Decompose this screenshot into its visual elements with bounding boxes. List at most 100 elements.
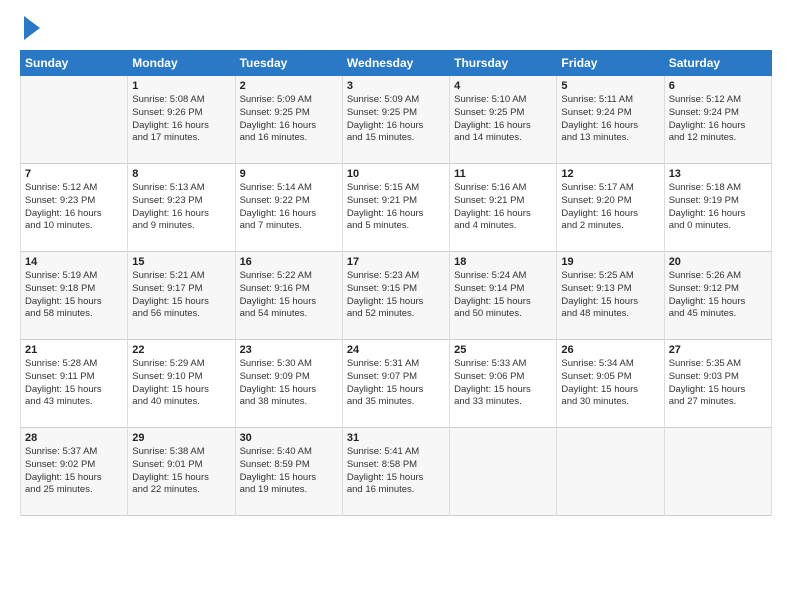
header-cell-thursday: Thursday <box>450 51 557 76</box>
header-cell-tuesday: Tuesday <box>235 51 342 76</box>
header-cell-wednesday: Wednesday <box>342 51 449 76</box>
calendar-cell: 23 Sunrise: 5:30 AM Sunset: 9:09 PM Dayli… <box>235 340 342 428</box>
week-row-5: 28 Sunrise: 5:37 AM Sunset: 9:02 PM Dayli… <box>21 428 772 516</box>
header <box>20 18 772 40</box>
day-number: 18 <box>454 256 552 268</box>
day-number: 22 <box>132 344 230 356</box>
day-number: 23 <box>240 344 338 356</box>
calendar-cell: 26 Sunrise: 5:34 AM Sunset: 9:05 PM Dayli… <box>557 340 664 428</box>
day-number: 28 <box>25 432 123 444</box>
week-row-2: 7 Sunrise: 5:12 AM Sunset: 9:23 PM Daylig… <box>21 164 772 252</box>
calendar-cell: 5 Sunrise: 5:11 AM Sunset: 9:24 PM Daylig… <box>557 76 664 164</box>
calendar-cell: 4Sunrise: 5:10 AM Sunset: 9:25 PM Daylig… <box>450 76 557 164</box>
calendar-cell: 14 Sunrise: 5:19 AM Sunset: 9:18 PM Dayli… <box>21 252 128 340</box>
header-cell-monday: Monday <box>128 51 235 76</box>
day-info: Sunrise: 5:37 AM Sunset: 9:02 PM Dayligh… <box>25 446 123 497</box>
calendar-cell: 10 Sunrise: 5:15 AM Sunset: 9:21 PM Dayli… <box>342 164 449 252</box>
day-number: 27 <box>669 344 767 356</box>
day-info: Sunrise: 5:15 AM Sunset: 9:21 PM Dayligh… <box>347 182 445 233</box>
calendar-cell: 20 Sunrise: 5:26 AM Sunset: 9:12 PM Dayli… <box>664 252 771 340</box>
day-number: 14 <box>25 256 123 268</box>
day-number: 26 <box>561 344 659 356</box>
header-cell-sunday: Sunday <box>21 51 128 76</box>
calendar-cell: 25Sunrise: 5:33 AM Sunset: 9:06 PM Dayli… <box>450 340 557 428</box>
day-number: 17 <box>347 256 445 268</box>
day-info: Sunrise: 5:12 AM Sunset: 9:23 PM Dayligh… <box>25 182 123 233</box>
day-info: Sunrise: 5:41 AM Sunset: 8:58 PM Dayligh… <box>347 446 445 497</box>
logo-arrow-icon <box>24 16 40 40</box>
calendar-table: SundayMondayTuesdayWednesdayThursdayFrid… <box>20 50 772 516</box>
day-info: Sunrise: 5:23 AM Sunset: 9:15 PM Dayligh… <box>347 270 445 321</box>
header-cell-saturday: Saturday <box>664 51 771 76</box>
day-info: Sunrise: 5:18 AM Sunset: 9:19 PM Dayligh… <box>669 182 767 233</box>
day-number: 29 <box>132 432 230 444</box>
day-info: Sunrise: 5:40 AM Sunset: 8:59 PM Dayligh… <box>240 446 338 497</box>
calendar-cell: 16 Sunrise: 5:22 AM Sunset: 9:16 PM Dayli… <box>235 252 342 340</box>
calendar-cell: 12Sunrise: 5:17 AM Sunset: 9:20 PM Dayli… <box>557 164 664 252</box>
day-number: 31 <box>347 432 445 444</box>
day-info: Sunrise: 5:28 AM Sunset: 9:11 PM Dayligh… <box>25 358 123 409</box>
day-number: 13 <box>669 168 767 180</box>
calendar-cell: 30 Sunrise: 5:40 AM Sunset: 8:59 PM Dayli… <box>235 428 342 516</box>
day-info: Sunrise: 5:17 AM Sunset: 9:20 PM Dayligh… <box>561 182 659 233</box>
day-info: Sunrise: 5:14 AM Sunset: 9:22 PM Dayligh… <box>240 182 338 233</box>
calendar-cell: 21 Sunrise: 5:28 AM Sunset: 9:11 PM Dayli… <box>21 340 128 428</box>
day-number: 1 <box>132 80 230 92</box>
calendar-cell: 18Sunrise: 5:24 AM Sunset: 9:14 PM Dayli… <box>450 252 557 340</box>
page: SundayMondayTuesdayWednesdayThursdayFrid… <box>0 0 792 526</box>
day-info: Sunrise: 5:26 AM Sunset: 9:12 PM Dayligh… <box>669 270 767 321</box>
day-number: 5 <box>561 80 659 92</box>
calendar-cell: 2Sunrise: 5:09 AM Sunset: 9:25 PM Daylig… <box>235 76 342 164</box>
calendar-cell: 27 Sunrise: 5:35 AM Sunset: 9:03 PM Dayli… <box>664 340 771 428</box>
week-row-4: 21 Sunrise: 5:28 AM Sunset: 9:11 PM Dayli… <box>21 340 772 428</box>
day-info: Sunrise: 5:38 AM Sunset: 9:01 PM Dayligh… <box>132 446 230 497</box>
day-info: Sunrise: 5:35 AM Sunset: 9:03 PM Dayligh… <box>669 358 767 409</box>
calendar-cell: 19Sunrise: 5:25 AM Sunset: 9:13 PM Dayli… <box>557 252 664 340</box>
day-number: 21 <box>25 344 123 356</box>
day-info: Sunrise: 5:19 AM Sunset: 9:18 PM Dayligh… <box>25 270 123 321</box>
day-number: 9 <box>240 168 338 180</box>
day-number: 30 <box>240 432 338 444</box>
day-number: 20 <box>669 256 767 268</box>
day-info: Sunrise: 5:31 AM Sunset: 9:07 PM Dayligh… <box>347 358 445 409</box>
day-info: Sunrise: 5:30 AM Sunset: 9:09 PM Dayligh… <box>240 358 338 409</box>
day-info: Sunrise: 5:08 AM Sunset: 9:26 PM Dayligh… <box>132 94 230 145</box>
day-number: 16 <box>240 256 338 268</box>
calendar-cell: 15Sunrise: 5:21 AM Sunset: 9:17 PM Dayli… <box>128 252 235 340</box>
day-info: Sunrise: 5:34 AM Sunset: 9:05 PM Dayligh… <box>561 358 659 409</box>
calendar-cell <box>557 428 664 516</box>
calendar-cell: 9 Sunrise: 5:14 AM Sunset: 9:22 PM Daylig… <box>235 164 342 252</box>
calendar-cell <box>450 428 557 516</box>
calendar-cell: 3Sunrise: 5:09 AM Sunset: 9:25 PM Daylig… <box>342 76 449 164</box>
day-info: Sunrise: 5:12 AM Sunset: 9:24 PM Dayligh… <box>669 94 767 145</box>
week-row-3: 14 Sunrise: 5:19 AM Sunset: 9:18 PM Dayli… <box>21 252 772 340</box>
calendar-cell: 24 Sunrise: 5:31 AM Sunset: 9:07 PM Dayli… <box>342 340 449 428</box>
header-cell-friday: Friday <box>557 51 664 76</box>
day-info: Sunrise: 5:33 AM Sunset: 9:06 PM Dayligh… <box>454 358 552 409</box>
calendar-cell <box>21 76 128 164</box>
day-number: 10 <box>347 168 445 180</box>
calendar-cell: 13 Sunrise: 5:18 AM Sunset: 9:19 PM Dayli… <box>664 164 771 252</box>
calendar-cell: 17 Sunrise: 5:23 AM Sunset: 9:15 PM Dayli… <box>342 252 449 340</box>
calendar-cell <box>664 428 771 516</box>
week-row-1: 1 Sunrise: 5:08 AM Sunset: 9:26 PM Daylig… <box>21 76 772 164</box>
day-info: Sunrise: 5:16 AM Sunset: 9:21 PM Dayligh… <box>454 182 552 233</box>
day-info: Sunrise: 5:29 AM Sunset: 9:10 PM Dayligh… <box>132 358 230 409</box>
day-number: 6 <box>669 80 767 92</box>
day-number: 2 <box>240 80 338 92</box>
day-info: Sunrise: 5:21 AM Sunset: 9:17 PM Dayligh… <box>132 270 230 321</box>
calendar-cell: 31 Sunrise: 5:41 AM Sunset: 8:58 PM Dayli… <box>342 428 449 516</box>
day-info: Sunrise: 5:22 AM Sunset: 9:16 PM Dayligh… <box>240 270 338 321</box>
day-info: Sunrise: 5:13 AM Sunset: 9:23 PM Dayligh… <box>132 182 230 233</box>
day-number: 3 <box>347 80 445 92</box>
day-number: 7 <box>25 168 123 180</box>
calendar-cell: 6 Sunrise: 5:12 AM Sunset: 9:24 PM Daylig… <box>664 76 771 164</box>
calendar-cell: 7 Sunrise: 5:12 AM Sunset: 9:23 PM Daylig… <box>21 164 128 252</box>
day-number: 24 <box>347 344 445 356</box>
day-number: 4 <box>454 80 552 92</box>
calendar-cell: 1 Sunrise: 5:08 AM Sunset: 9:26 PM Daylig… <box>128 76 235 164</box>
day-info: Sunrise: 5:11 AM Sunset: 9:24 PM Dayligh… <box>561 94 659 145</box>
calendar-cell: 29 Sunrise: 5:38 AM Sunset: 9:01 PM Dayli… <box>128 428 235 516</box>
calendar-cell: 22 Sunrise: 5:29 AM Sunset: 9:10 PM Dayli… <box>128 340 235 428</box>
calendar-cell: 28 Sunrise: 5:37 AM Sunset: 9:02 PM Dayli… <box>21 428 128 516</box>
